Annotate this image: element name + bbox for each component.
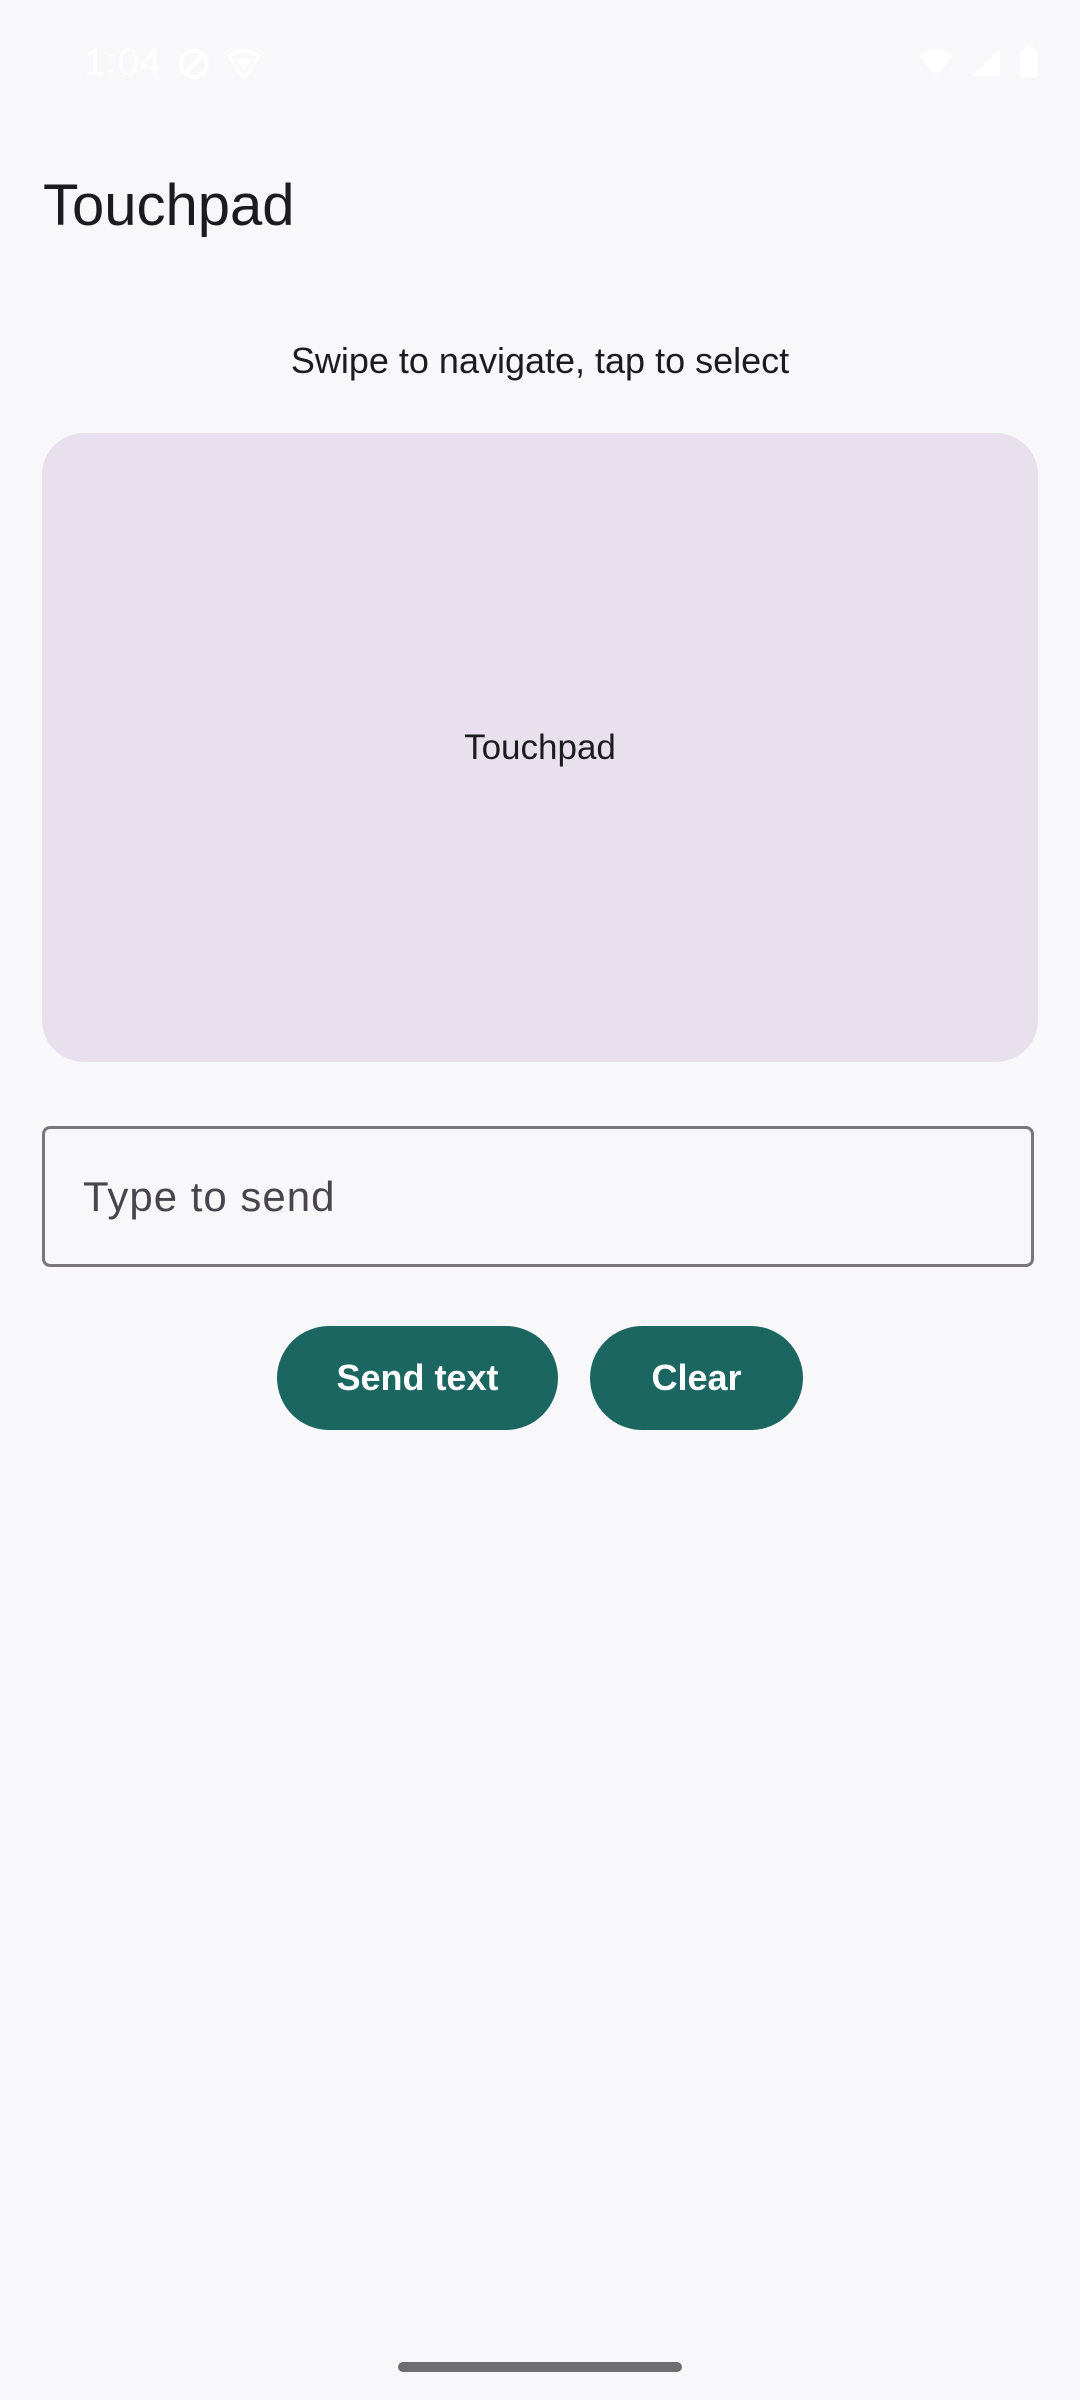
battery-icon xyxy=(1018,44,1040,80)
type-to-send-input[interactable] xyxy=(42,1126,1034,1267)
dnd-icon xyxy=(176,46,212,82)
button-row: Send text Clear xyxy=(0,1326,1080,1430)
clear-button[interactable]: Clear xyxy=(590,1326,803,1430)
touchpad-area[interactable]: Touchpad xyxy=(42,433,1038,1062)
touchpad-label: Touchpad xyxy=(464,727,616,767)
page-title: Touchpad xyxy=(43,173,295,238)
status-bar: 1:04 xyxy=(0,0,1080,128)
wifi-icon xyxy=(918,44,954,80)
status-time: 1:04 xyxy=(84,42,162,84)
home-indicator[interactable] xyxy=(398,2362,682,2372)
instructions-text: Swipe to navigate, tap to select xyxy=(290,340,790,381)
signal-icon xyxy=(968,44,1004,80)
send-text-button[interactable]: Send text xyxy=(277,1326,558,1430)
status-right xyxy=(918,44,1040,80)
status-left: 1:04 xyxy=(84,42,262,85)
vpn-icon xyxy=(226,46,262,82)
